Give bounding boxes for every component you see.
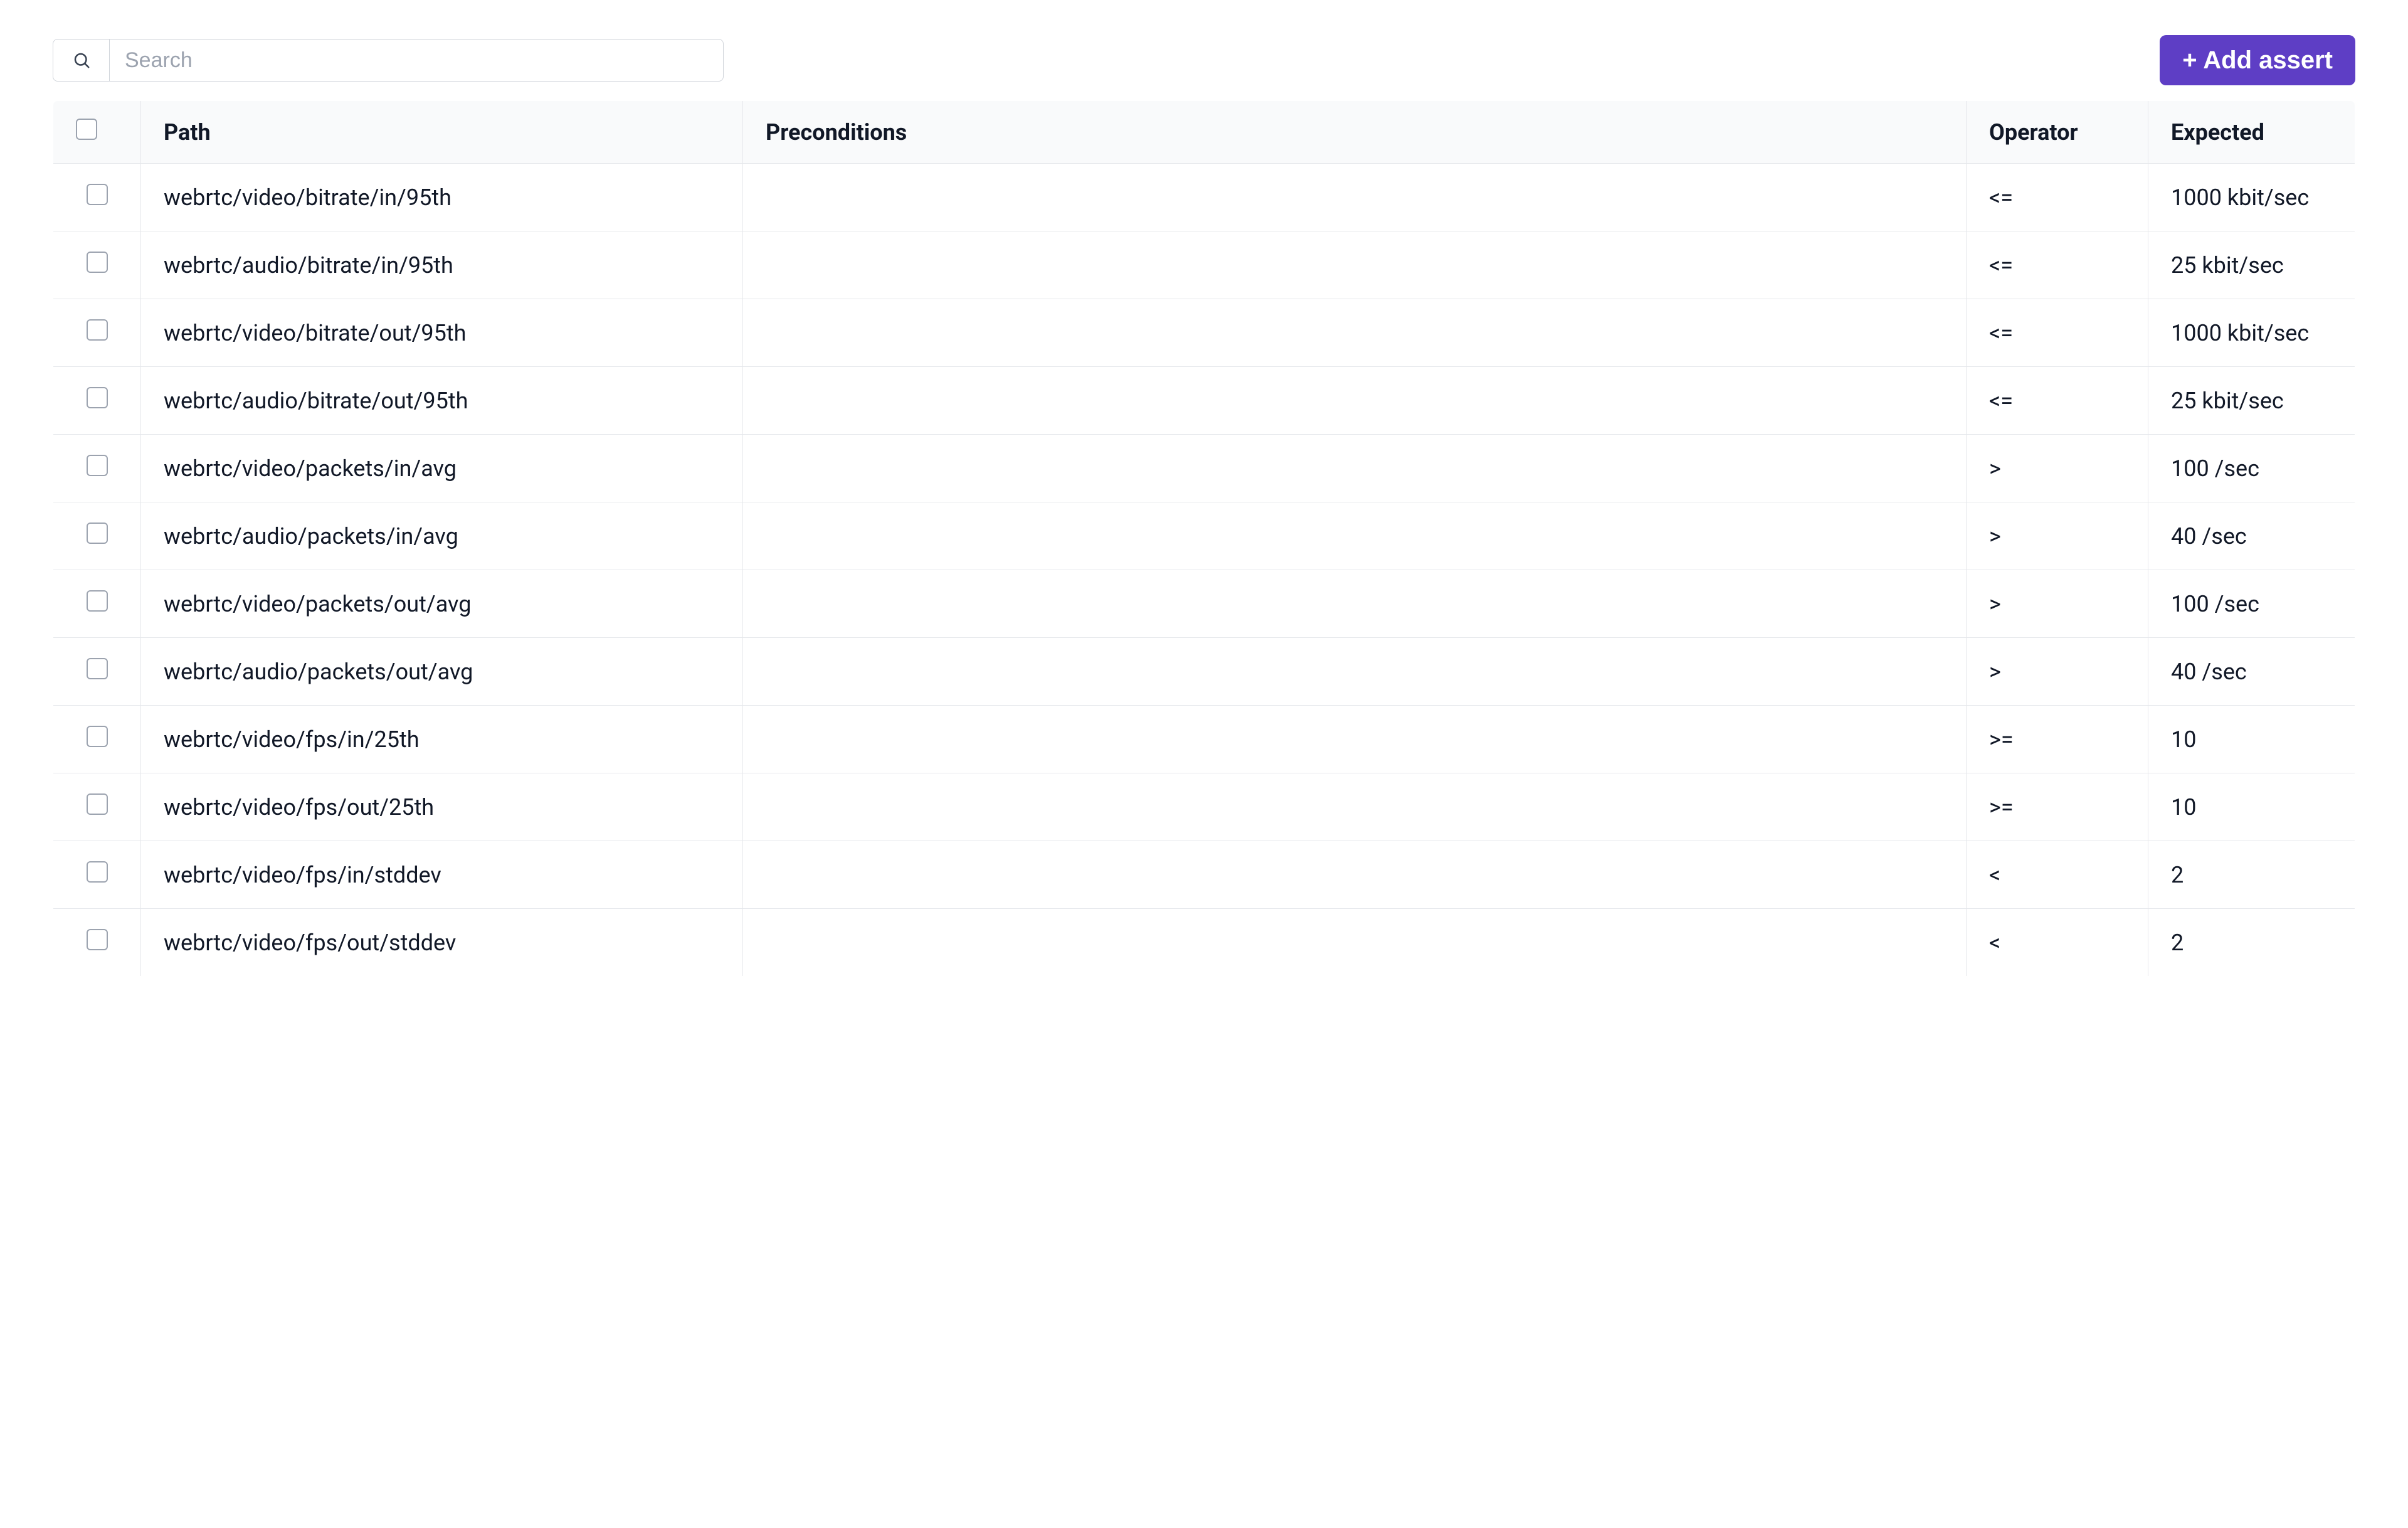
- row-select-checkbox[interactable]: [87, 319, 108, 341]
- cell-preconditions: [743, 435, 1967, 502]
- cell-preconditions: [743, 164, 1967, 231]
- row-select-checkbox[interactable]: [87, 387, 108, 408]
- asserts-table: Path Preconditions Operator Expected web…: [53, 100, 2355, 977]
- cell-expected: 1000 kbit/sec: [2148, 299, 2355, 367]
- search-box[interactable]: [53, 39, 724, 82]
- cell-operator: >: [1967, 435, 2148, 502]
- cell-path: webrtc/video/packets/in/avg: [141, 435, 743, 502]
- cell-expected: 100 /sec: [2148, 570, 2355, 638]
- search-icon: [53, 40, 110, 81]
- column-header-path[interactable]: Path: [141, 101, 743, 164]
- table-row[interactable]: webrtc/video/packets/in/avg >100 /sec: [53, 435, 2355, 502]
- cell-operator: >: [1967, 570, 2148, 638]
- row-select-checkbox[interactable]: [87, 184, 108, 205]
- cell-operator: <: [1967, 909, 2148, 977]
- cell-preconditions: [743, 502, 1967, 570]
- cell-path: webrtc/video/fps/in/25th: [141, 706, 743, 773]
- cell-expected: 1000 kbit/sec: [2148, 164, 2355, 231]
- row-select-cell: [53, 502, 141, 570]
- cell-path: webrtc/audio/packets/in/avg: [141, 502, 743, 570]
- cell-path: webrtc/video/bitrate/out/95th: [141, 299, 743, 367]
- row-select-cell: [53, 706, 141, 773]
- row-select-cell: [53, 164, 141, 231]
- cell-path: webrtc/video/fps/in/stddev: [141, 841, 743, 909]
- search-input[interactable]: [110, 40, 723, 81]
- row-select-cell: [53, 638, 141, 706]
- row-select-checkbox[interactable]: [87, 726, 108, 747]
- cell-preconditions: [743, 841, 1967, 909]
- row-select-cell: [53, 299, 141, 367]
- column-header-operator[interactable]: Operator: [1967, 101, 2148, 164]
- cell-path: webrtc/audio/bitrate/in/95th: [141, 231, 743, 299]
- row-select-checkbox[interactable]: [87, 523, 108, 544]
- row-select-checkbox[interactable]: [87, 455, 108, 476]
- row-select-cell: [53, 841, 141, 909]
- cell-operator: <=: [1967, 231, 2148, 299]
- cell-path: webrtc/video/fps/out/stddev: [141, 909, 743, 977]
- cell-expected: 2: [2148, 909, 2355, 977]
- select-all-checkbox[interactable]: [76, 119, 97, 140]
- cell-preconditions: [743, 231, 1967, 299]
- toolbar: + Add assert: [53, 35, 2355, 85]
- column-header-expected[interactable]: Expected: [2148, 101, 2355, 164]
- row-select-checkbox[interactable]: [87, 929, 108, 950]
- cell-preconditions: [743, 773, 1967, 841]
- row-select-cell: [53, 231, 141, 299]
- table-row[interactable]: webrtc/video/fps/in/stddev <2: [53, 841, 2355, 909]
- table-row[interactable]: webrtc/audio/packets/out/avg >40 /sec: [53, 638, 2355, 706]
- cell-operator: >: [1967, 502, 2148, 570]
- table-row[interactable]: webrtc/audio/packets/in/avg >40 /sec: [53, 502, 2355, 570]
- table-header-row: Path Preconditions Operator Expected: [53, 101, 2355, 164]
- row-select-checkbox[interactable]: [87, 658, 108, 679]
- cell-operator: <=: [1967, 164, 2148, 231]
- cell-path: webrtc/video/fps/out/25th: [141, 773, 743, 841]
- row-select-checkbox[interactable]: [87, 590, 108, 612]
- table-row[interactable]: webrtc/audio/bitrate/in/95th <=25 kbit/se…: [53, 231, 2355, 299]
- page-root: + Add assert Path Preconditions Operator…: [0, 0, 2408, 1012]
- table-row[interactable]: webrtc/video/fps/in/25th >=10: [53, 706, 2355, 773]
- cell-operator: <=: [1967, 299, 2148, 367]
- cell-preconditions: [743, 570, 1967, 638]
- cell-operator: >=: [1967, 706, 2148, 773]
- cell-preconditions: [743, 299, 1967, 367]
- row-select-cell: [53, 909, 141, 977]
- cell-expected: 10: [2148, 773, 2355, 841]
- cell-expected: 2: [2148, 841, 2355, 909]
- cell-operator: >=: [1967, 773, 2148, 841]
- column-header-preconditions[interactable]: Preconditions: [743, 101, 1967, 164]
- table-row[interactable]: webrtc/video/bitrate/out/95th <=1000 kbit…: [53, 299, 2355, 367]
- cell-preconditions: [743, 638, 1967, 706]
- row-select-cell: [53, 773, 141, 841]
- cell-path: webrtc/video/bitrate/in/95th: [141, 164, 743, 231]
- row-select-cell: [53, 435, 141, 502]
- cell-operator: <=: [1967, 367, 2148, 435]
- cell-expected: 100 /sec: [2148, 435, 2355, 502]
- cell-expected: 10: [2148, 706, 2355, 773]
- column-header-select: [53, 101, 141, 164]
- cell-preconditions: [743, 706, 1967, 773]
- cell-expected: 40 /sec: [2148, 638, 2355, 706]
- cell-path: webrtc/audio/bitrate/out/95th: [141, 367, 743, 435]
- cell-operator: <: [1967, 841, 2148, 909]
- cell-operator: >: [1967, 638, 2148, 706]
- cell-expected: 40 /sec: [2148, 502, 2355, 570]
- cell-path: webrtc/audio/packets/out/avg: [141, 638, 743, 706]
- table-row[interactable]: webrtc/video/fps/out/25th >=10: [53, 773, 2355, 841]
- table-row[interactable]: webrtc/video/bitrate/in/95th <=1000 kbit/…: [53, 164, 2355, 231]
- row-select-cell: [53, 367, 141, 435]
- cell-preconditions: [743, 367, 1967, 435]
- cell-expected: 25 kbit/sec: [2148, 367, 2355, 435]
- row-select-cell: [53, 570, 141, 638]
- table-row[interactable]: webrtc/video/fps/out/stddev <2: [53, 909, 2355, 977]
- add-assert-button[interactable]: + Add assert: [2160, 35, 2355, 85]
- row-select-checkbox[interactable]: [87, 793, 108, 815]
- table-row[interactable]: webrtc/video/packets/out/avg >100 /sec: [53, 570, 2355, 638]
- row-select-checkbox[interactable]: [87, 861, 108, 883]
- table-row[interactable]: webrtc/audio/bitrate/out/95th <=25 kbit/s…: [53, 367, 2355, 435]
- cell-path: webrtc/video/packets/out/avg: [141, 570, 743, 638]
- cell-expected: 25 kbit/sec: [2148, 231, 2355, 299]
- cell-preconditions: [743, 909, 1967, 977]
- row-select-checkbox[interactable]: [87, 252, 108, 273]
